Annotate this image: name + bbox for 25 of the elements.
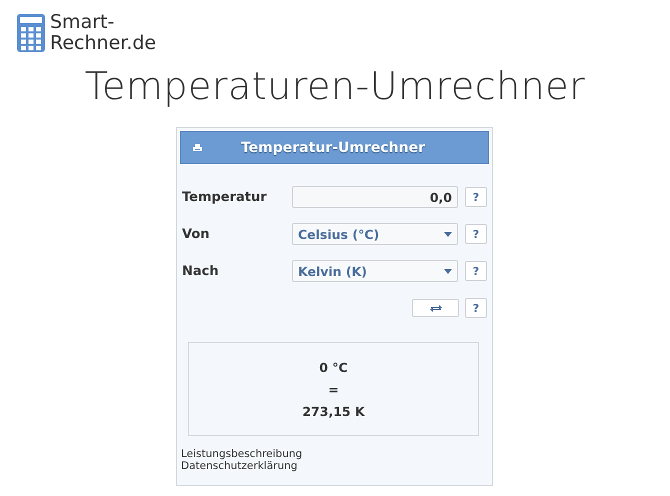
footer-link[interactable]: Leistungsbeschreibung: [181, 448, 302, 460]
temperature-input[interactable]: 0,0: [292, 186, 458, 208]
logo-text: Smart-: [50, 12, 116, 33]
swap-button[interactable]: [412, 299, 459, 317]
field-label: Temperatur: [182, 190, 268, 204]
unit-select[interactable]: Celsius (°C): [292, 223, 458, 245]
dropdown-arrow-icon: [444, 268, 452, 274]
printer-icon[interactable]: [193, 144, 202, 152]
result-text: 0 °C: [319, 360, 348, 374]
dropdown-arrow-icon: [444, 232, 452, 236]
unit-select[interactable]: Kelvin (K): [292, 260, 458, 282]
result-text: =: [328, 382, 339, 396]
logo-text: Rechner.de: [50, 33, 156, 54]
field-label: Nach: [182, 264, 220, 278]
result-text: 273,15 K: [302, 404, 365, 418]
field-label: Von: [182, 226, 211, 242]
footer-link[interactable]: Datenschutzerklärung: [181, 460, 298, 472]
page-title: Temperaturen-Umrechner: [84, 64, 586, 108]
swap-arrows-icon: [430, 304, 442, 312]
calculator-icon: [16, 13, 46, 53]
help-button[interactable]: ?: [465, 298, 487, 318]
help-button[interactable]: ?: [465, 187, 487, 207]
help-button[interactable]: ?: [465, 261, 487, 281]
calculator-title: Temperatur-Umrechner: [240, 140, 426, 156]
help-button[interactable]: ?: [465, 224, 487, 244]
